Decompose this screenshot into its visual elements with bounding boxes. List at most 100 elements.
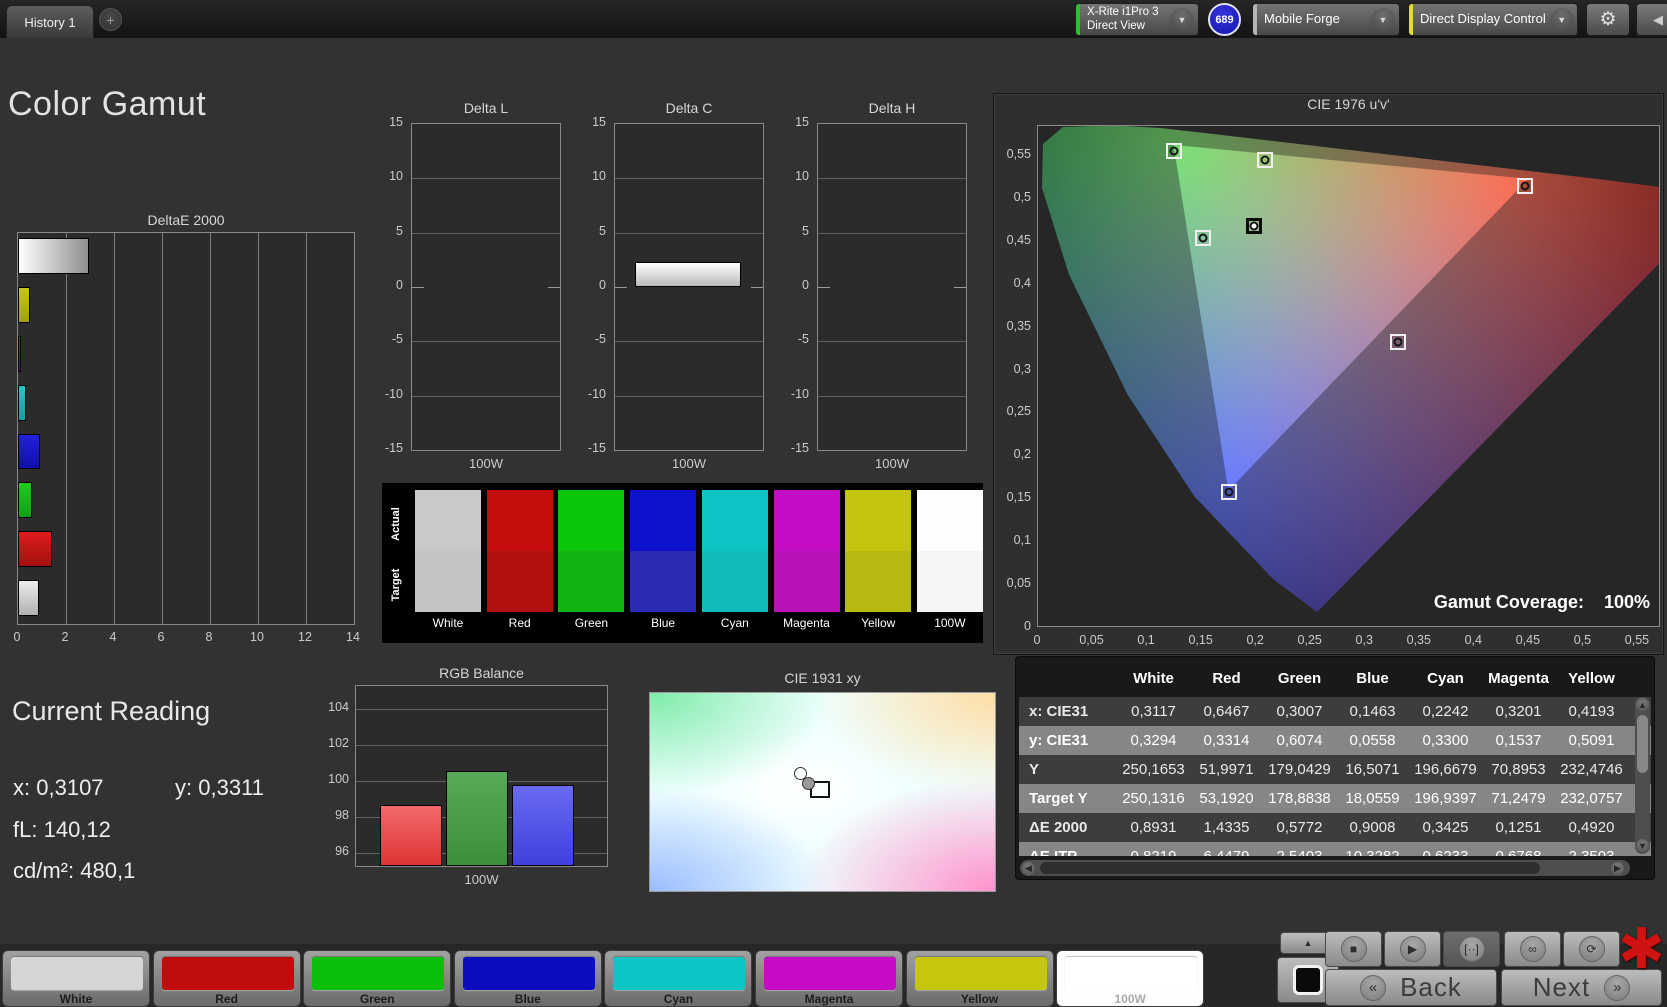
table-row[interactable]: ΔE ITP0,82196,44792,540310,32820,62330,6… <box>1019 842 1651 856</box>
swatch-cyan[interactable] <box>701 490 768 612</box>
measurement-table: White Red Green Blue Cyan Magenta Yellow x: CI… <box>1015 656 1655 880</box>
meter-dropdown[interactable]: X-Rite i1Pro 3 Direct View ▼ <box>1075 3 1199 36</box>
measurement-table-header: White Red Green Blue Cyan Magenta Yellow <box>1019 659 1651 697</box>
cie1976-x-tick: 0,55 <box>1624 633 1650 647</box>
pattern-button-red[interactable]: Red <box>152 950 301 1007</box>
cie1976-y-tick: 0,45 <box>1006 232 1031 247</box>
refresh-button[interactable]: ⟳ <box>1563 931 1620 967</box>
pattern-source-dropdown[interactable]: Mobile Forge ▼ <box>1252 3 1400 36</box>
scroll-left-icon[interactable]: ◀ <box>1022 861 1035 875</box>
display-control-dropdown[interactable]: Direct Display Control ▼ <box>1408 3 1578 36</box>
swatch-target <box>415 551 481 612</box>
swatch-magenta[interactable] <box>773 490 840 612</box>
cie1976-x-tick: 0,1 <box>1137 633 1155 647</box>
current-reading-fl: fL: 140,12 <box>13 817 111 842</box>
deltaL-gridline <box>412 232 560 234</box>
cie1976-y-tick: 0,35 <box>1006 318 1031 333</box>
swatch-yellow[interactable] <box>845 490 912 612</box>
v-scroll-thumb[interactable] <box>1637 715 1648 773</box>
pattern-button-yellow[interactable]: Yellow <box>905 950 1054 1007</box>
cie1931-title: CIE 1931 xy <box>784 670 861 686</box>
table-cell: 16,5071 <box>1345 761 1400 778</box>
deltae2000-chart <box>17 232 355 625</box>
swatch-100w[interactable] <box>916 490 983 612</box>
deltaC-y-tick: -5 <box>594 332 606 347</box>
rgb-balance-title: RGB Balance <box>439 665 524 681</box>
swatch-red[interactable] <box>486 490 553 612</box>
pattern-button-cyan[interactable]: Cyan <box>604 950 753 1007</box>
cie1976-y-tick: 0,4 <box>1013 275 1031 290</box>
deltae2000-gridline <box>114 233 115 624</box>
table-row[interactable]: x: CIE31 0,3117 0,6467 0,3007 0,1463 0,2242 0,… <box>1019 697 1651 726</box>
deltaL-y-tick: 0 <box>396 278 403 292</box>
loop-button[interactable]: ∞ <box>1504 931 1561 967</box>
swatch-label: Green <box>574 616 609 630</box>
swatch-green[interactable] <box>558 490 625 612</box>
scroll-right-icon[interactable]: ▶ <box>1611 861 1624 875</box>
deltaH-y-tick: -15 <box>790 441 809 455</box>
swatch-white[interactable] <box>415 490 481 612</box>
back-button[interactable]: « Back <box>1325 969 1497 1006</box>
deltaL-gridline <box>412 341 560 343</box>
table-cell: 0,6467 <box>1203 703 1250 720</box>
refresh-icon: ⟳ <box>1578 936 1605 962</box>
pattern-button-white[interactable]: White <box>2 950 150 1007</box>
gamut-coverage-label: Gamut Coverage: <box>1433 592 1584 612</box>
swatch-label: Blue <box>651 616 676 630</box>
cie1976-y-tick: 0,2 <box>1013 447 1031 462</box>
chevron-left-icon: ◀ <box>1653 11 1663 27</box>
measurement-count-badge: 689 <box>1208 3 1241 36</box>
tab-history-1[interactable]: History 1 <box>6 5 94 38</box>
calman-window: History 1 + X-Rite i1Pro 3 Direct View ▼… <box>0 0 1667 1007</box>
table-cell: 70,8953 <box>1491 761 1546 778</box>
actual-target-swatch-strip: Actual Target White Red Green Blue Cyan Magen… <box>382 483 983 643</box>
pattern-button-magenta[interactable]: Magenta <box>755 950 903 1007</box>
window-icon <box>1293 965 1323 995</box>
cie1976-x-tick: 0,15 <box>1188 633 1213 647</box>
table-cell: 179,0429 <box>1268 761 1331 778</box>
table-cell: 250,1316 <box>1122 790 1185 807</box>
gamut-coverage: Gamut Coverage: 100% <box>1285 592 1650 613</box>
settings-button[interactable]: ⚙ <box>1586 3 1630 36</box>
swatch-blue[interactable] <box>630 490 697 612</box>
table-cell: 196,6679 <box>1414 761 1477 778</box>
pattern-color-patch <box>161 957 294 990</box>
deltaL-y-tick: -15 <box>384 441 403 455</box>
table-row[interactable]: ΔE 2000 0,8931 1,4335 0,5772 0,9008 0,3425 0,1… <box>1019 813 1651 842</box>
cie1976-x-tick: 0,25 <box>1297 633 1322 647</box>
h-scroll-thumb[interactable] <box>1040 862 1540 874</box>
deltae2000-bar-white <box>18 580 40 616</box>
pattern-size-button[interactable]: [··] <box>1443 931 1500 967</box>
table-row-label: x: CIE31 <box>1029 703 1089 720</box>
deltaH-title: Delta H <box>868 100 916 116</box>
deltaH-chart <box>817 123 967 451</box>
zero-tick <box>412 287 424 288</box>
deltaC-gridline <box>615 178 763 180</box>
deltaL-y-tick: -5 <box>391 332 403 347</box>
scroll-down-icon[interactable]: ▼ <box>1636 839 1649 852</box>
table-row[interactable]: y: CIE31 0,3294 0,3314 0,6074 0,0558 0,3300 0,… <box>1019 726 1651 755</box>
add-tab-button[interactable]: + <box>99 8 122 31</box>
table-cell: 0,5091 <box>1568 732 1615 749</box>
deltae2000-gridline <box>306 233 307 624</box>
table-row[interactable]: Y 250,1653 51,9971 179,0429 16,5071 196,6679 7… <box>1019 755 1651 784</box>
pattern-button-blue[interactable]: Blue <box>453 950 602 1007</box>
cie1976-marker-circle <box>1393 337 1403 347</box>
stop-button[interactable]: ■ <box>1325 931 1382 967</box>
deltaC-title: Delta C <box>665 100 713 116</box>
pattern-button-100w[interactable]: 100W <box>1056 950 1205 1007</box>
alert-asterisk-icon: ✱ <box>1618 917 1665 980</box>
pattern-button-green[interactable]: Green <box>303 950 452 1007</box>
back-label: Back <box>1400 972 1462 1002</box>
deltaC-gridline <box>615 395 763 397</box>
pattern-button-label: Green <box>359 992 395 1006</box>
scroll-up-icon[interactable]: ▲ <box>1636 698 1649 711</box>
deltaC-y-tick: -10 <box>587 386 606 401</box>
swatch-actual <box>415 490 481 551</box>
measurement-table-rows: x: CIE31 0,3117 0,6467 0,3007 0,1463 0,2242 0,… <box>1019 697 1651 856</box>
stop-icon: ■ <box>1340 936 1367 962</box>
deltaH-gridline <box>818 395 966 397</box>
play-button[interactable]: ▶ <box>1384 931 1441 967</box>
collapse-panel-button[interactable]: ◀ <box>1636 3 1667 36</box>
table-row[interactable]: Target Y 250,1316 53,1920 178,8838 18,0559 19… <box>1019 784 1651 813</box>
